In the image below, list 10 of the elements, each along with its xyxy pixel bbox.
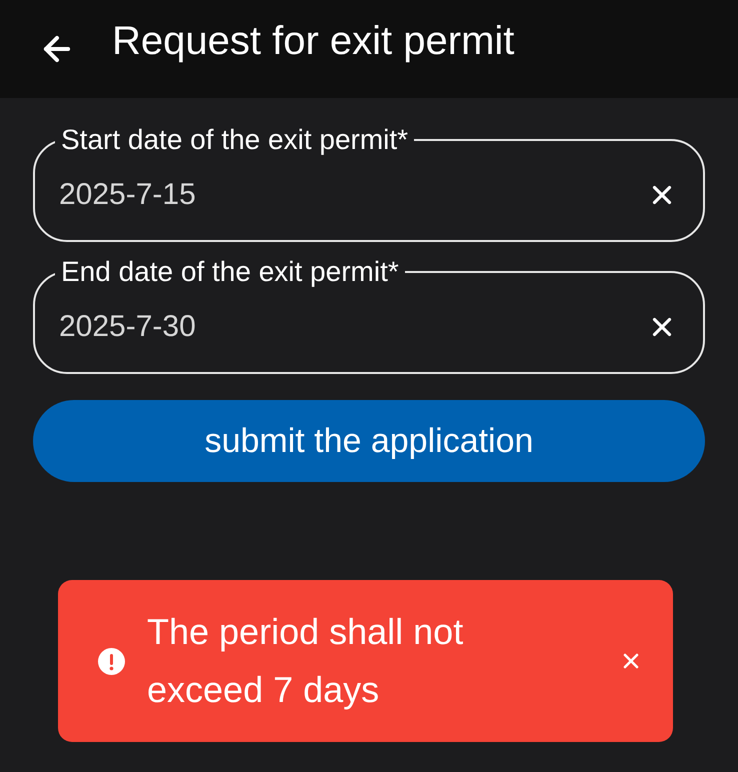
date-field[interactable]: End date of the exit permit* 2025-7-30 bbox=[33, 258, 705, 374]
submit-button[interactable]: submit the application bbox=[33, 400, 705, 482]
field-label: End date of the exit permit* bbox=[60, 258, 400, 286]
date-value[interactable]: 2025-7-15 bbox=[55, 178, 647, 212]
date-field[interactable]: Start date of the exit permit* 2025-7-15 bbox=[33, 126, 705, 242]
page-title: Request for exit permit bbox=[112, 21, 514, 65]
field-label: Start date of the exit permit* bbox=[60, 126, 410, 154]
alert-icon bbox=[98, 648, 125, 674]
toast-message: The period shall not exceed 7 days bbox=[147, 610, 464, 712]
date-value[interactable]: 2025-7-30 bbox=[55, 310, 647, 344]
